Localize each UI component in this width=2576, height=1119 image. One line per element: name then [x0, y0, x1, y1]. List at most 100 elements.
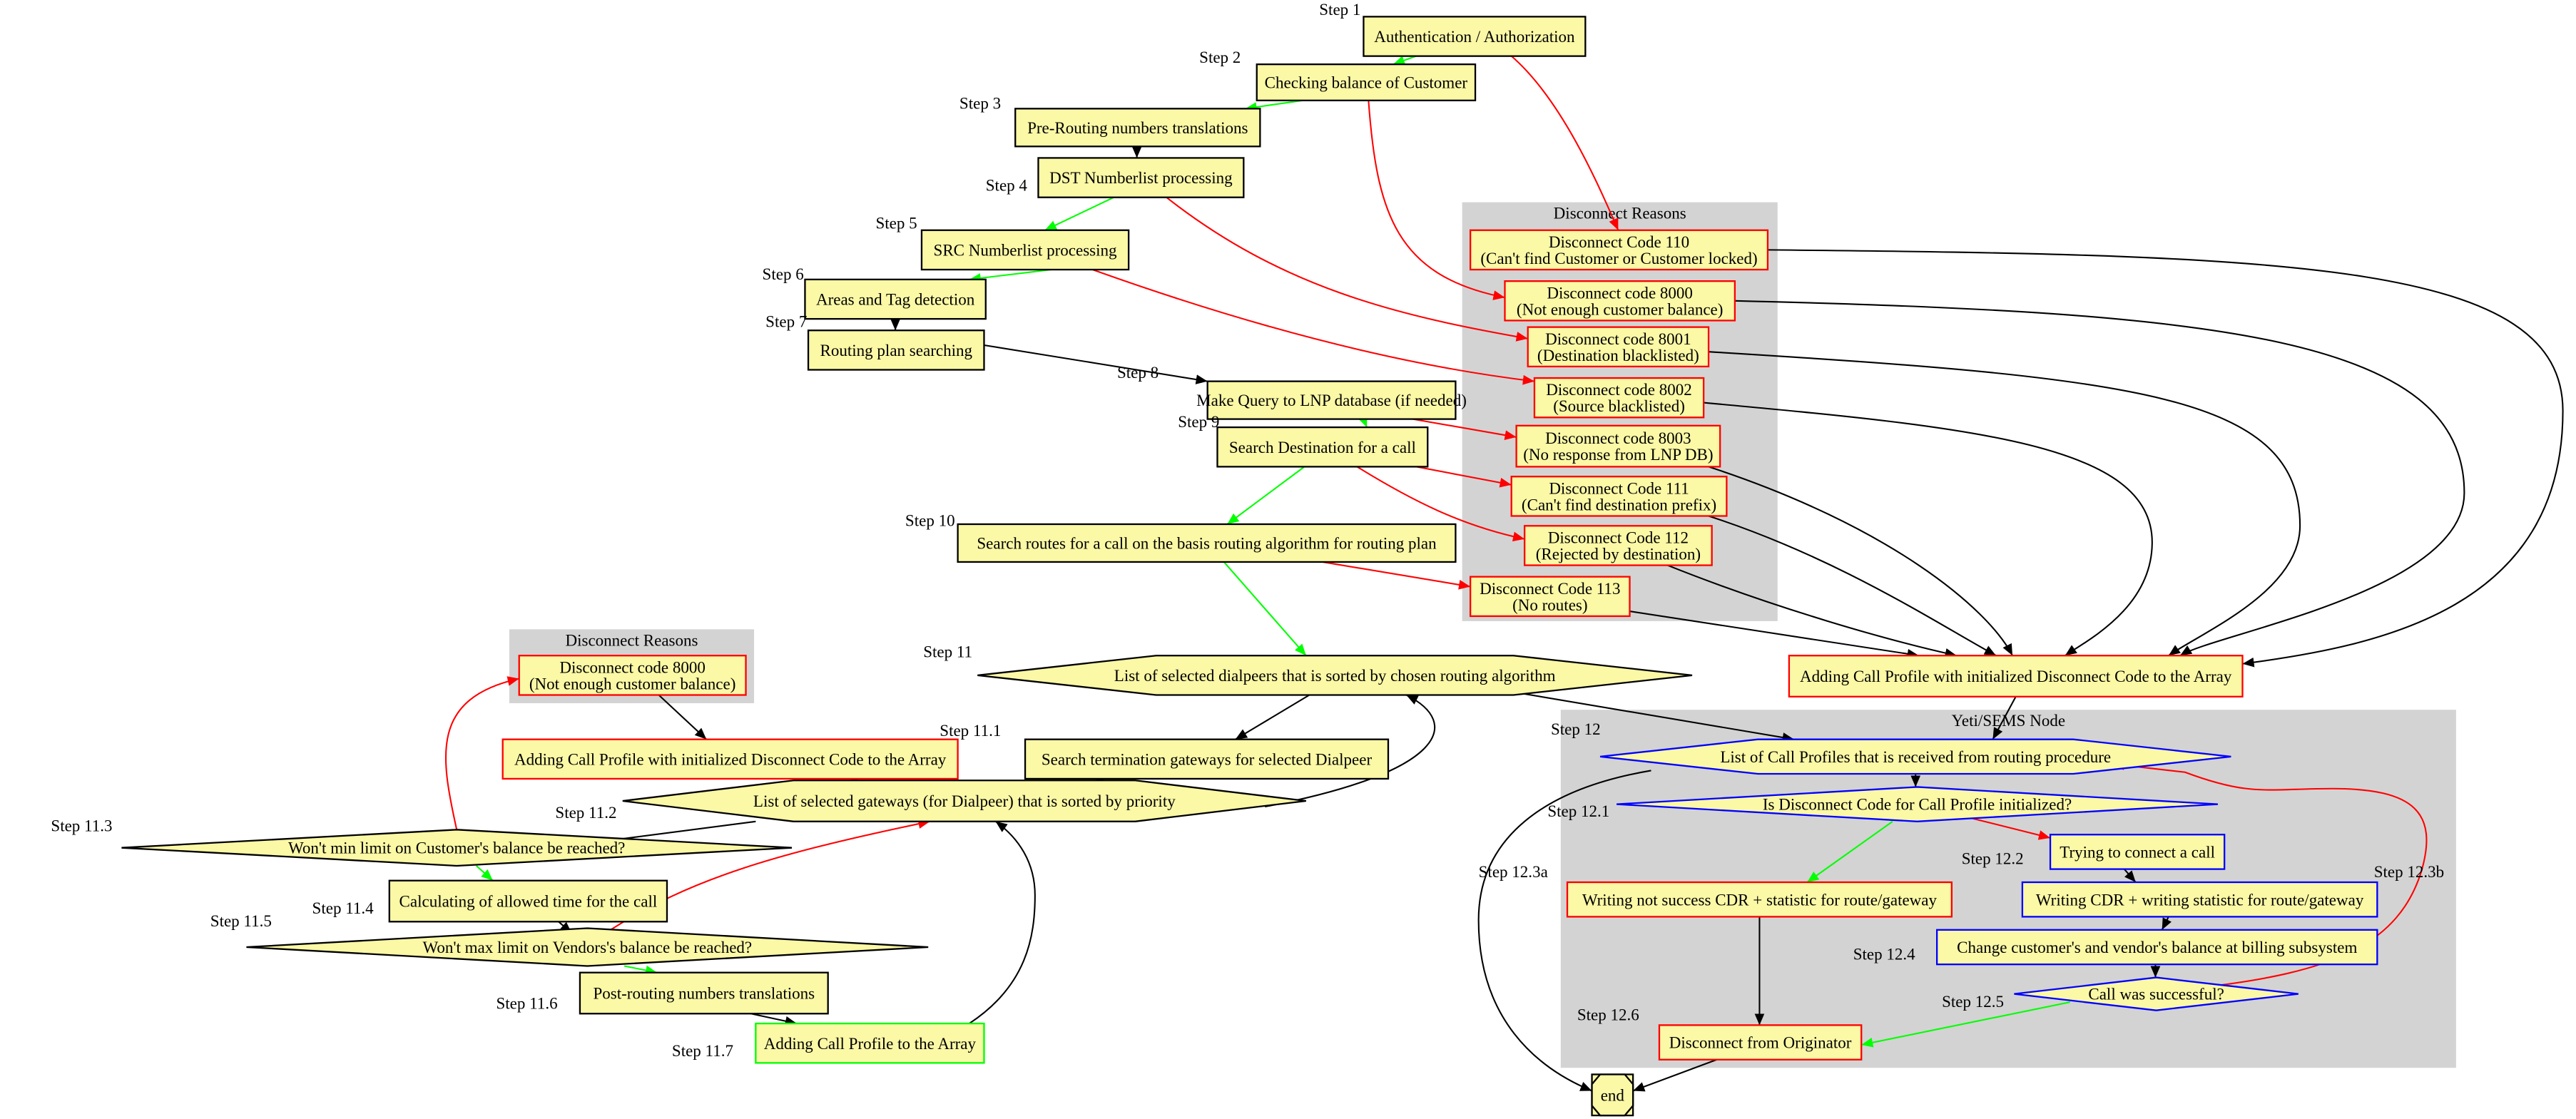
node-label: Writing CDR + writing statistic for rout… — [2036, 890, 2364, 909]
node-label: List of selected gateways (for Dialpeer)… — [753, 792, 1176, 810]
node-label: List of Call Profiles that is received f… — [1720, 747, 2111, 766]
step-label: Step 11.3 — [51, 817, 112, 835]
edge-routingplan-lnp — [984, 344, 1208, 384]
node-gateways: List of selected gateways (for Dialpeer)… — [622, 780, 1306, 822]
node-label: Checking balance of Customer — [1265, 73, 1468, 92]
node-label: SRC Numberlist processing — [934, 240, 1117, 259]
node-label: Search termination gateways for selected… — [1042, 750, 1373, 768]
node-dst: DST Numberlist processing — [1037, 157, 1245, 198]
node-label: end — [1601, 1085, 1625, 1104]
step-label: Step 11.4 — [312, 899, 375, 917]
step-label: Step 11.5 — [210, 911, 272, 930]
call-routing-flowchart: Disconnect Reasons Disconnect Reasons Yeti… — [51, 0, 2564, 1117]
node-label: Is Disconnect Code for Call Profile init… — [1763, 795, 2072, 814]
node-label: (Not enough customer balance) — [529, 674, 736, 693]
step-label: Step 4 — [986, 175, 1028, 194]
node-dc111: Disconnect Code 111(Can't find destinati… — [1510, 476, 1728, 517]
cluster-title: Yeti/SEMS Node — [1952, 711, 2065, 730]
node-label: (Can't find Customer or Customer locked) — [1480, 249, 1757, 267]
node-label: Won't max limit on Vendors's balance be … — [422, 938, 752, 956]
step-label: Step 12.5 — [1942, 992, 2004, 1011]
node-label: Post-routing numbers translations — [593, 984, 815, 1003]
node-searchterm: Search termination gateways for selected… — [1024, 738, 1390, 780]
node-prerouting: Pre-Routing numbers translations — [1014, 108, 1261, 148]
edge-searchdst-searchroutes — [1226, 466, 1305, 525]
node-label: Writing not success CDR + statistic for … — [1582, 890, 1938, 909]
edge-minlimit-calctime — [476, 865, 494, 882]
node-searchroutes: Search routes for a call on the basis ro… — [957, 523, 1457, 563]
node-label: Routing plan searching — [820, 341, 973, 359]
step-label: Step 2 — [1199, 48, 1241, 66]
node-postrouting: Post-routing numbers translations — [579, 971, 829, 1015]
node-maxlimit: Won't max limit on Vendors's balance be … — [246, 927, 929, 967]
node-label: (Source blacklisted) — [1553, 397, 1685, 415]
node-label: Adding Call Profile with initialized Dis… — [1800, 667, 2232, 685]
node-dc8002: Disconnect code 8002(Source blacklisted) — [1533, 377, 1705, 419]
node-end: end — [1591, 1073, 1634, 1117]
node-label: Make Query to LNP database (if needed) — [1196, 391, 1467, 409]
node-dc112: Disconnect Code 112(Rejected by destinat… — [1523, 525, 1713, 566]
node-searchdst: Search Destination for a call — [1216, 426, 1429, 468]
node-label: Search routes for a call on the basis ro… — [977, 534, 1437, 553]
step-label: Step 12.2 — [1962, 849, 2024, 868]
edge-balance-prerouting — [1245, 99, 1303, 112]
step-label: Step 1 — [1319, 0, 1360, 19]
edge-dc110-addingdc — [1767, 249, 2564, 668]
node-dc8000b: Disconnect code 8000(Not enough customer… — [518, 655, 747, 696]
node-addprofile: Adding Call Profile to the Array — [755, 1022, 985, 1064]
node-addingdc: Adding Call Profile with initialized Dis… — [1788, 655, 2244, 698]
node-label: (Can't find destination prefix) — [1522, 495, 1716, 513]
step-label: Step 11.6 — [496, 993, 557, 1012]
node-calctime: Calculating of allowed time for the call — [388, 879, 668, 923]
step-label: Step 11 — [923, 643, 972, 661]
edge-dst-src — [1044, 196, 1114, 231]
edge-lnp-searchdst — [1358, 414, 1368, 428]
edge-addprofile-gateways — [969, 820, 1036, 1024]
node-label: Won't min limit on Customer's balance be… — [288, 839, 625, 857]
node-label: Adding Call Profile with initialized Dis… — [514, 750, 947, 768]
step-label: Step 9 — [1178, 412, 1219, 431]
step-label: Step 12.6 — [1577, 1005, 1639, 1023]
node-dc8003: Disconnect code 8003(No response from LN… — [1515, 424, 1721, 468]
step-label: Step 11.1 — [940, 721, 1001, 740]
node-label: (No response from LNP DB) — [1523, 445, 1713, 464]
node-label: Pre-Routing numbers translations — [1027, 118, 1248, 137]
edge-dc8001-addingdc — [1708, 351, 2301, 657]
node-minlimit: Won't min limit on Customer's balance be… — [121, 829, 793, 867]
node-trying: Trying to connect a call — [2049, 834, 2226, 870]
node-label: DST Numberlist processing — [1049, 168, 1233, 187]
step-label: Step 7 — [765, 312, 807, 331]
edge-auth-balance — [1393, 55, 1417, 66]
step-label: Step 12.3b — [2374, 862, 2444, 881]
node-dc8000: Disconnect code 8000(Not enough customer… — [1504, 280, 1736, 322]
node-addingdc2: Adding Call Profile with initialized Dis… — [502, 738, 959, 780]
step-label: Step 10 — [905, 511, 955, 529]
step-label: Step 12 — [1551, 720, 1601, 738]
node-disconnect: Disconnect from Originator — [1658, 1024, 1863, 1061]
node-label: (Rejected by destination) — [1536, 545, 1701, 563]
node-label: Adding Call Profile to the Array — [764, 1034, 977, 1053]
node-label: (No routes) — [1512, 596, 1587, 614]
step-label: Step 11.7 — [672, 1041, 733, 1060]
step-label: Step 8 — [1117, 363, 1159, 382]
node-areas: Areas and Tag detection — [804, 278, 987, 320]
edge-dialpeers-searchterm — [1235, 694, 1310, 740]
node-label: Calculating of allowed time for the call — [399, 892, 658, 911]
step-label: Step 3 — [959, 93, 1001, 112]
node-writecdr: Writing CDR + writing statistic for rout… — [2021, 881, 2378, 918]
node-balance: Checking balance of Customer — [1256, 63, 1477, 101]
edge-searchroutes-dc113 — [1322, 561, 1471, 590]
node-label: Authentication / Authorization — [1374, 27, 1575, 46]
step-label: Step 12.1 — [1547, 802, 1609, 820]
edge-src-areas — [969, 269, 1052, 283]
step-label: Step 5 — [875, 213, 917, 232]
edge-dc8000-addingdc — [1734, 300, 2465, 657]
node-lnp: Make Query to LNP database (if needed) — [1196, 380, 1467, 420]
node-auth: Authentication / Authorization — [1363, 16, 1587, 57]
step-label: Step 6 — [763, 265, 804, 283]
node-notsuccess: Writing not success CDR + statistic for … — [1566, 881, 1953, 918]
node-src: SRC Numberlist processing — [920, 229, 1130, 271]
node-label: Disconnect from Originator — [1669, 1033, 1852, 1052]
node-changebalance: Change customer's and vendor's balance a… — [1936, 929, 2378, 966]
node-routingplan: Routing plan searching — [807, 329, 985, 371]
